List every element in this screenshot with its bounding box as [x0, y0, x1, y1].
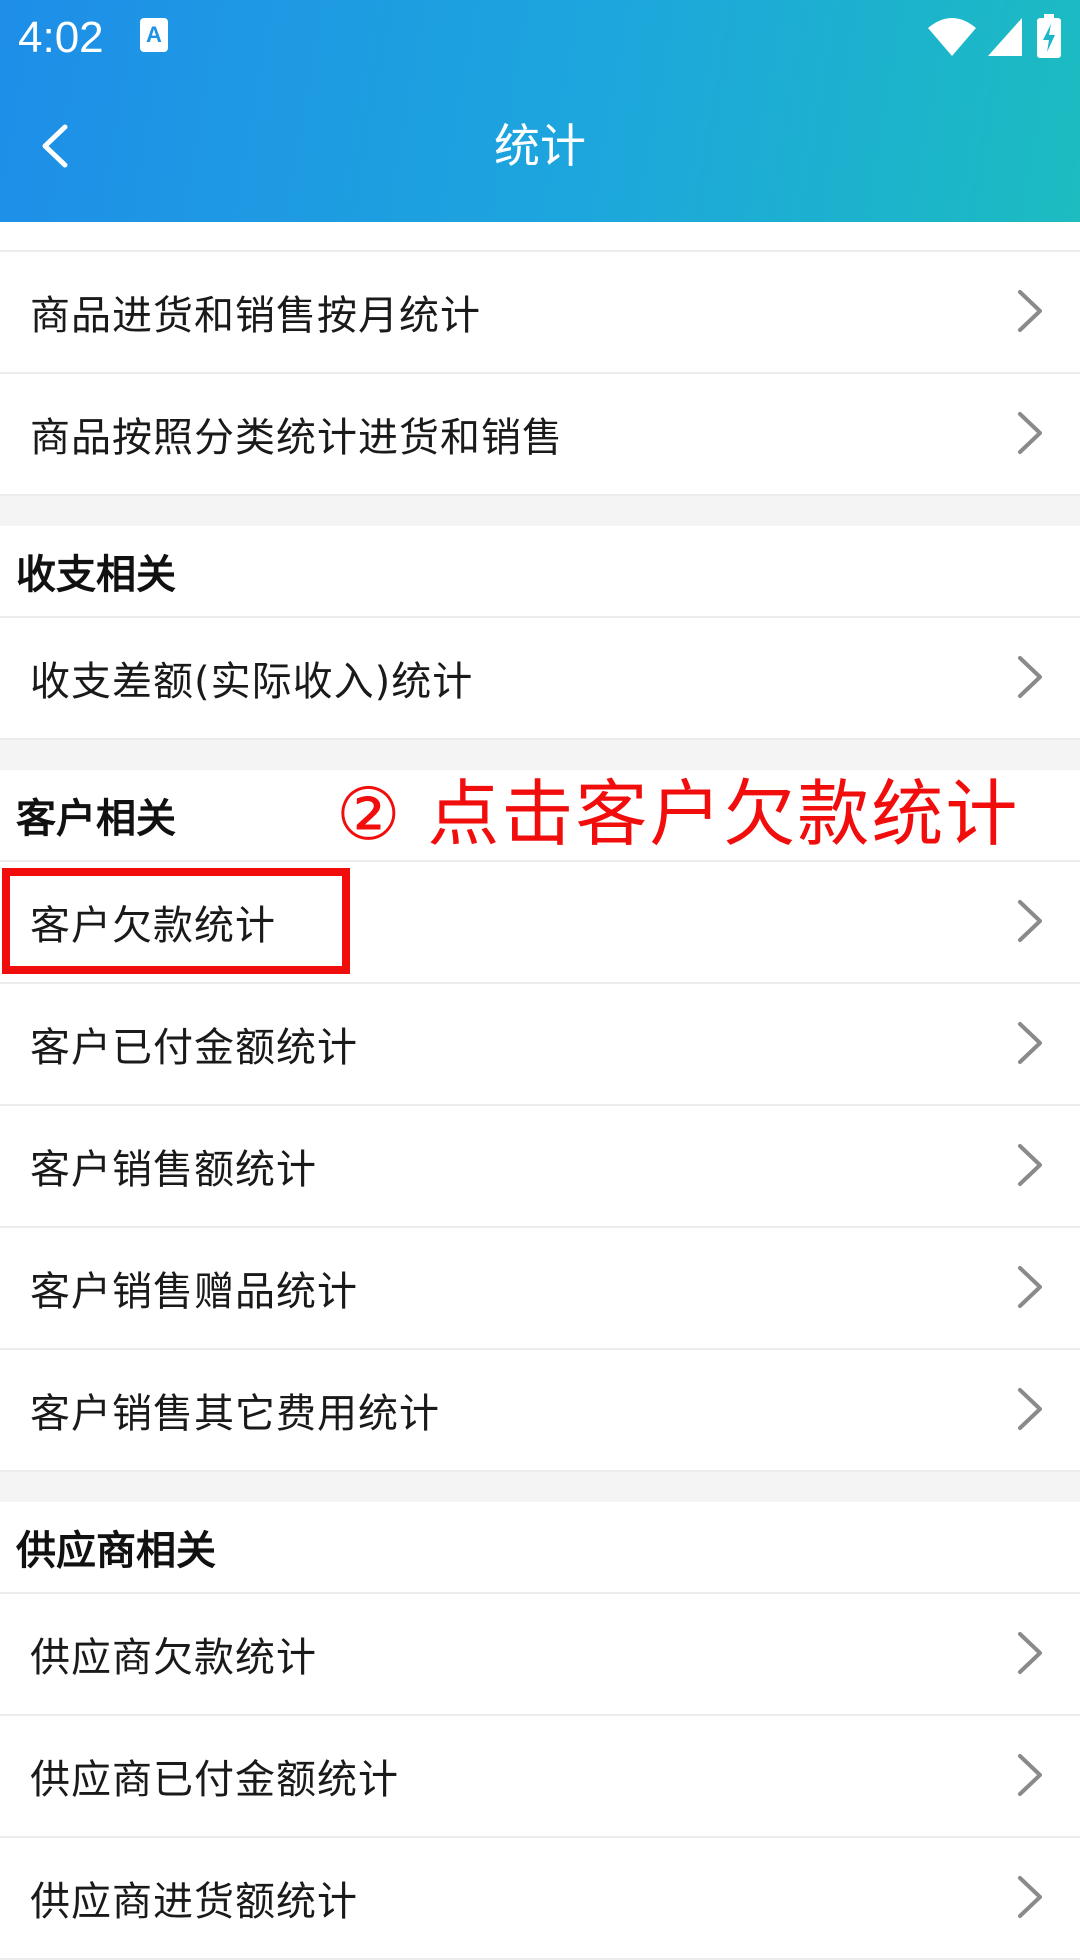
list-item-label: 供应商已付金额统计 — [30, 1757, 399, 1803]
chevron-right-icon — [1018, 1144, 1042, 1186]
section-header-income-expense: 收支相关 — [0, 526, 1080, 618]
list-item-goods-monthly[interactable]: 商品进货和销售按月统计 — [0, 252, 1080, 374]
chevron-right-icon — [1018, 1876, 1042, 1918]
app-bar: 4:02 A 统计 — [0, 0, 1080, 222]
chevron-right-icon — [1018, 656, 1042, 698]
list-top-divider — [0, 222, 1080, 252]
section-gap — [0, 496, 1080, 526]
list-item-label: 商品进货和销售按月统计 — [30, 293, 481, 339]
wifi-icon — [928, 18, 976, 56]
status-icons — [926, 14, 1066, 58]
battery-charging-icon — [1037, 14, 1061, 58]
list-item-supplier-debt[interactable]: 供应商欠款统计 — [0, 1594, 1080, 1716]
list-item-customer-paid[interactable]: 客户已付金额统计 — [0, 984, 1080, 1106]
stats-list: 商品进货和销售按月统计 商品按照分类统计进货和销售 收支相关 收支差额(实际收入… — [0, 222, 1080, 1960]
section-gap — [0, 1472, 1080, 1502]
list-item-label: 客户销售赠品统计 — [30, 1269, 358, 1315]
list-item-label: 供应商进货额统计 — [30, 1879, 358, 1925]
section-header-label: 收支相关 — [16, 552, 176, 598]
list-item-label: 客户销售额统计 — [30, 1147, 317, 1193]
tutorial-highlight-box — [2, 868, 350, 974]
section-gap — [0, 740, 1080, 770]
list-item-label: 供应商欠款统计 — [30, 1635, 317, 1681]
list-item-supplier-paid[interactable]: 供应商已付金额统计 — [0, 1716, 1080, 1838]
chevron-right-icon — [1018, 1266, 1042, 1308]
chevron-right-icon — [1018, 1754, 1042, 1796]
tutorial-annotation-text: ② 点击客户欠款统计 — [336, 772, 1020, 856]
list-item-customer-sales[interactable]: 客户销售额统计 — [0, 1106, 1080, 1228]
chevron-right-icon — [1018, 1632, 1042, 1674]
list-item-customer-other-fees[interactable]: 客户销售其它费用统计 — [0, 1350, 1080, 1472]
list-item-label: 客户销售其它费用统计 — [30, 1391, 440, 1437]
status-time: 4:02 — [18, 13, 104, 62]
chevron-right-icon — [1018, 900, 1042, 942]
list-item-income-difference[interactable]: 收支差额(实际收入)统计 — [0, 618, 1080, 740]
chevron-right-icon — [1018, 290, 1042, 332]
chevron-right-icon — [1018, 412, 1042, 454]
page-title: 统计 — [494, 119, 586, 173]
list-item-label: 收支差额(实际收入)统计 — [30, 659, 474, 705]
list-item-supplier-purchase[interactable]: 供应商进货额统计 — [0, 1838, 1080, 1960]
chevron-right-icon — [1018, 1022, 1042, 1064]
section-header-label: 客户相关 — [16, 796, 176, 842]
chevron-right-icon — [1018, 1388, 1042, 1430]
list-item-customer-gifts[interactable]: 客户销售赠品统计 — [0, 1228, 1080, 1350]
list-item-label: 客户已付金额统计 — [30, 1025, 358, 1071]
list-item-label: 商品按照分类统计进货和销售 — [30, 415, 563, 461]
section-header-label: 供应商相关 — [16, 1528, 216, 1574]
signal-icon — [988, 18, 1022, 56]
section-header-suppliers: 供应商相关 — [0, 1502, 1080, 1594]
list-item-goods-by-category[interactable]: 商品按照分类统计进货和销售 — [0, 374, 1080, 496]
notification-app-icon: A — [140, 18, 168, 52]
